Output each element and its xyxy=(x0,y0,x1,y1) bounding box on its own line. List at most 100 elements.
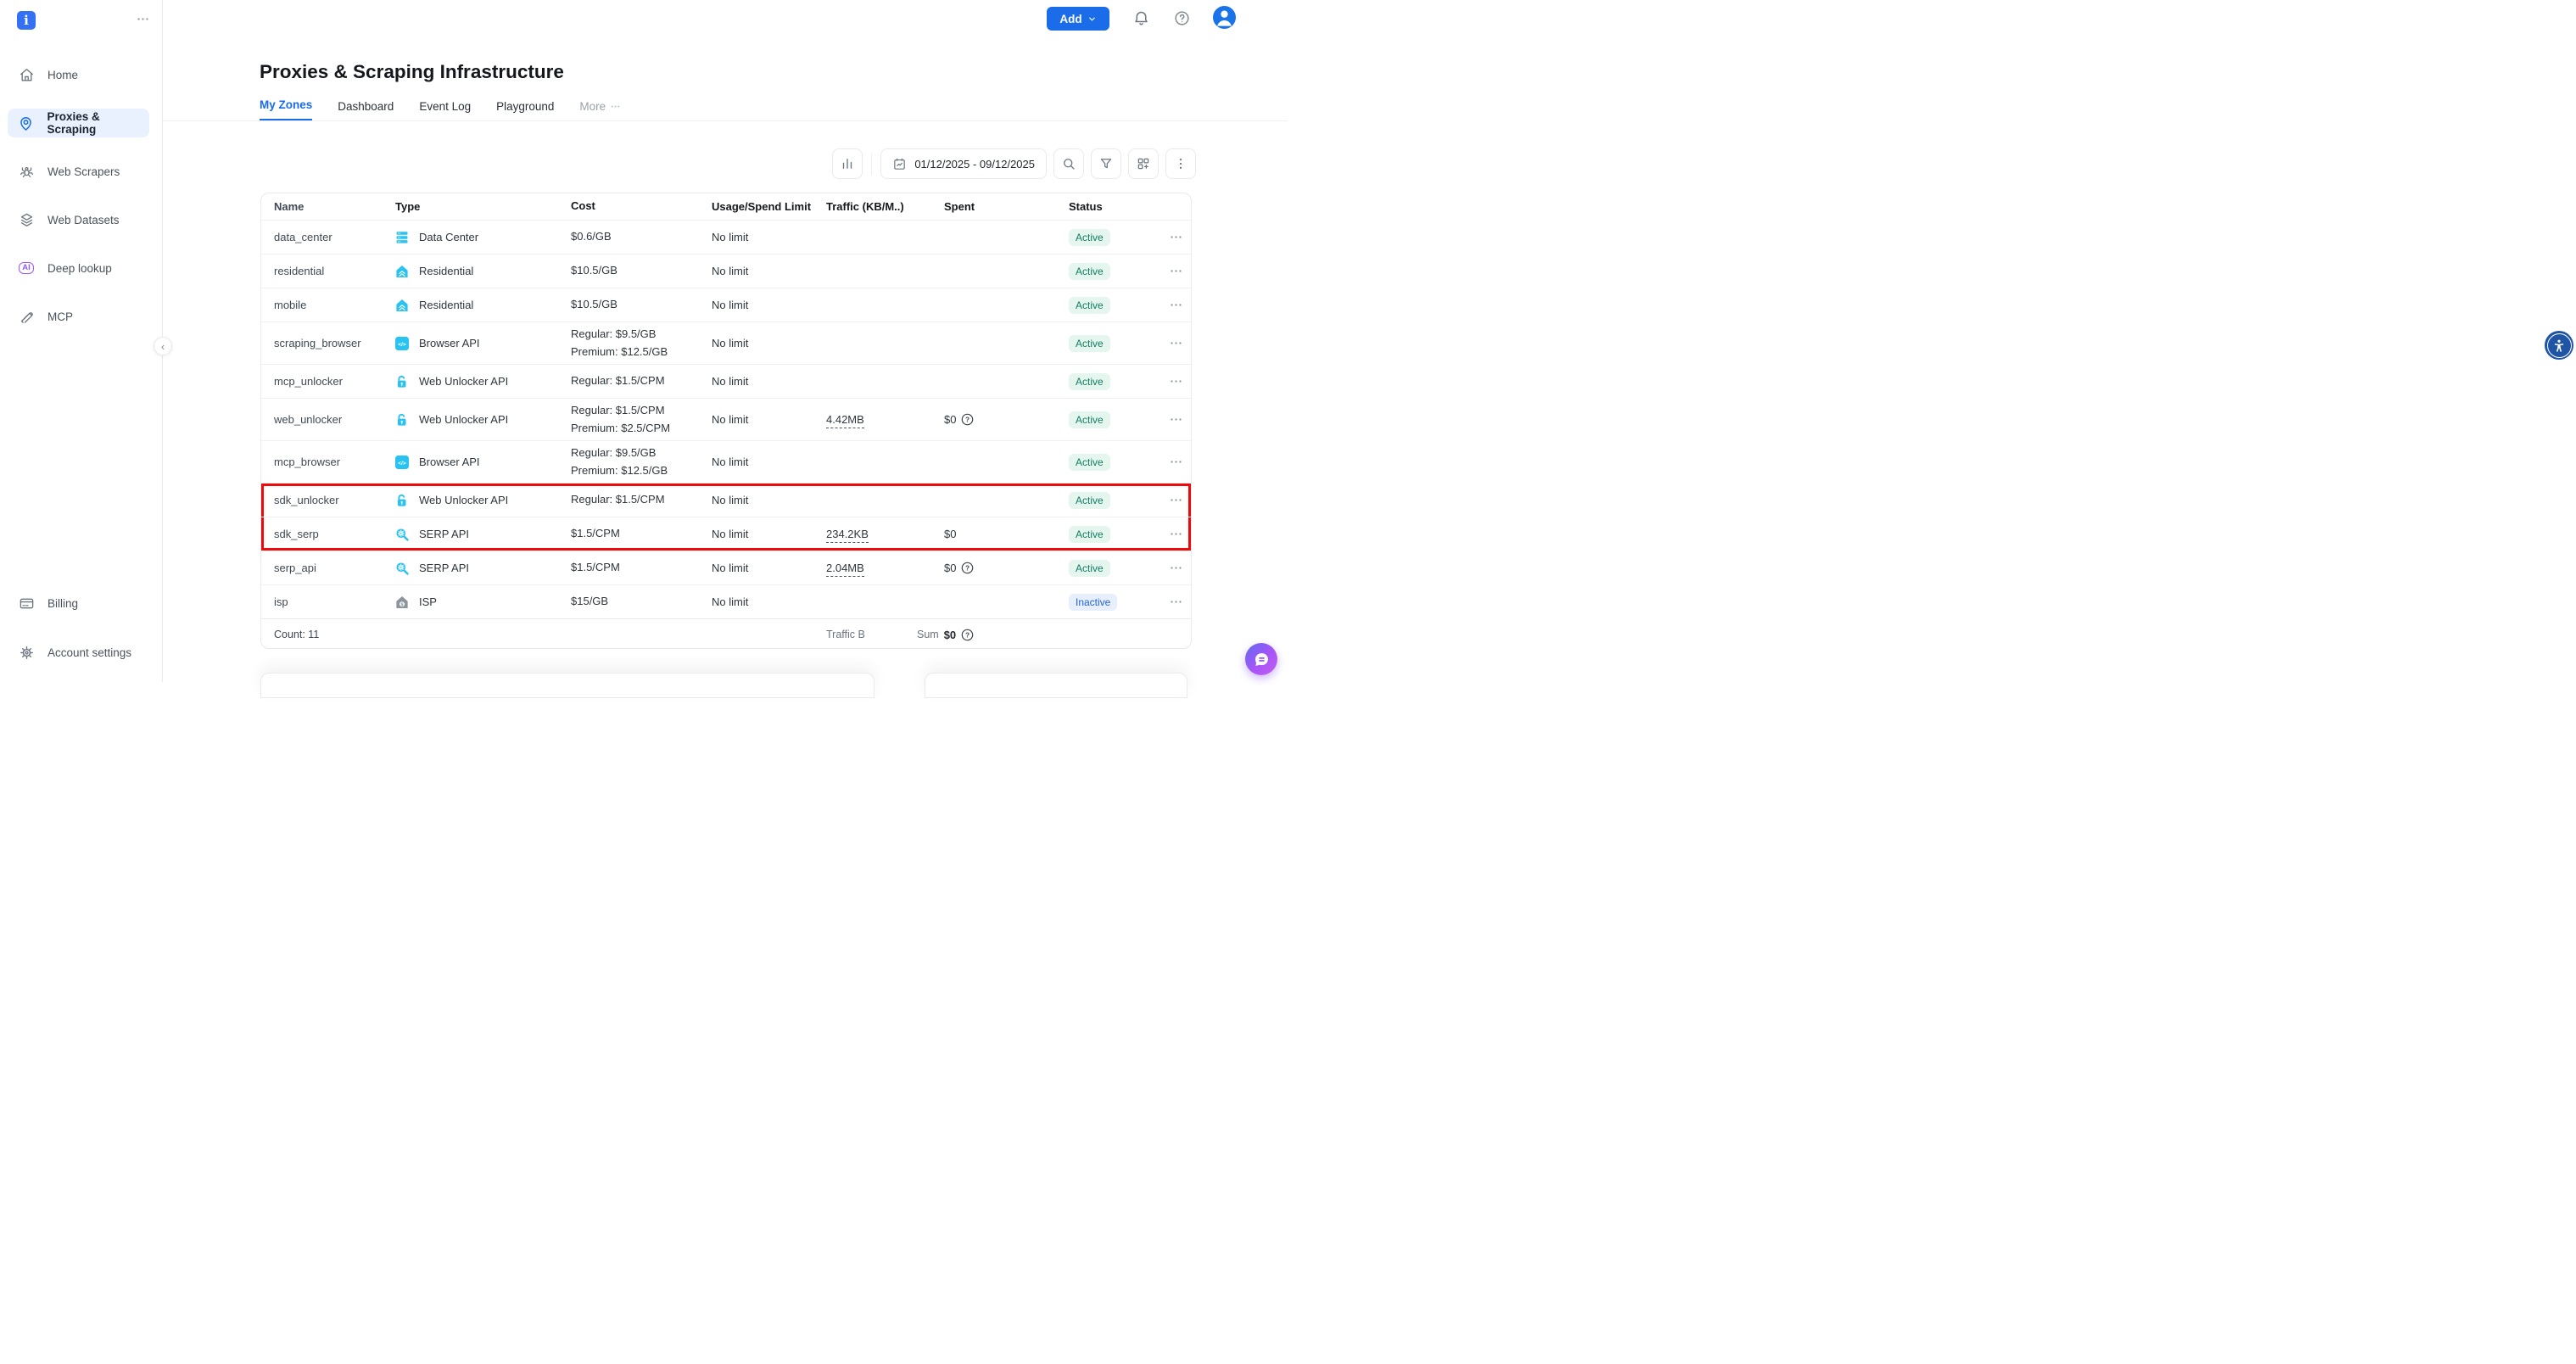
usage-limit: No limit xyxy=(699,413,817,426)
table-row[interactable]: scraping_browser </> Browser API Regular… xyxy=(261,321,1191,364)
column-header-usage[interactable]: Usage/Spend Limit xyxy=(699,200,817,213)
status-badge: Active xyxy=(1069,560,1110,577)
row-menu-button[interactable] xyxy=(1160,561,1191,575)
zone-type-label: SERP API xyxy=(419,528,469,540)
row-menu-button[interactable] xyxy=(1160,374,1191,389)
status-badge: Active xyxy=(1069,373,1110,390)
unlocker-lock-icon xyxy=(395,413,409,427)
status-badge: Inactive xyxy=(1069,594,1117,611)
table-row[interactable]: sdk_serp SERP API $1.5/CPM No limit 234.… xyxy=(261,517,1191,551)
help-icon[interactable] xyxy=(1173,9,1191,27)
tab-playground[interactable]: Playground xyxy=(496,98,554,121)
table-row[interactable]: mcp_browser </> Browser API Regular: $9.… xyxy=(261,440,1191,483)
row-menu-button[interactable] xyxy=(1160,493,1191,507)
sidebar-item-label: MCP xyxy=(47,310,73,323)
accessibility-widget-button[interactable] xyxy=(2545,331,2573,360)
brand-logo[interactable]: i xyxy=(17,11,36,30)
sidebar-item-deep-lookup[interactable]: AI Deep lookup xyxy=(0,254,162,282)
question-circle-icon[interactable]: ? xyxy=(961,562,974,574)
table-footer-row: Count: 11 Traffic B Sum $0 ? xyxy=(261,618,1191,650)
row-menu-button[interactable] xyxy=(1160,412,1191,427)
add-button[interactable]: Add xyxy=(1047,7,1109,31)
traffic-value[interactable]: 234.2KB xyxy=(826,528,869,543)
row-menu-button[interactable] xyxy=(1160,595,1191,609)
zone-name: scraping_browser xyxy=(261,337,383,349)
tab-dashboard[interactable]: Dashboard xyxy=(338,98,394,121)
column-header-name[interactable]: Name xyxy=(261,200,383,213)
sidebar-item-web-scrapers[interactable]: Web Scrapers xyxy=(0,157,162,186)
table-menu-button[interactable] xyxy=(1165,148,1196,179)
sidebar-item-label: Deep lookup xyxy=(47,262,112,275)
question-circle-icon[interactable]: ? xyxy=(961,629,974,641)
home-icon xyxy=(18,67,35,83)
datacenter-icon xyxy=(395,231,409,244)
sidebar-item-mcp[interactable]: MCP xyxy=(0,302,162,331)
columns-button[interactable] xyxy=(1128,148,1159,179)
zone-type-label: Browser API xyxy=(419,337,480,349)
usage-limit: No limit xyxy=(699,528,817,540)
ai-badge-icon: AI xyxy=(18,262,35,274)
notifications-bell-icon[interactable] xyxy=(1132,9,1150,27)
table-row[interactable]: residential Residential $10.5/GB No limi… xyxy=(261,254,1191,288)
usage-limit: No limit xyxy=(699,595,817,608)
search-button[interactable] xyxy=(1053,148,1084,179)
tab-more[interactable]: More xyxy=(579,98,621,121)
svg-text:?: ? xyxy=(966,564,970,572)
table-row[interactable]: isp $ ISP $15/GB No limit ? Inactive xyxy=(261,584,1191,618)
column-header-type[interactable]: Type xyxy=(383,200,558,213)
table-row[interactable]: sdk_unlocker Web Unlocker API Regular: $… xyxy=(261,483,1191,517)
column-header-traffic[interactable]: Traffic (KB/M..) xyxy=(817,200,936,213)
column-header-cost[interactable]: Cost xyxy=(558,198,699,215)
usage-limit: No limit xyxy=(699,299,817,311)
traffic-value[interactable]: 2.04MB xyxy=(826,562,864,577)
sidebar-item-billing[interactable]: Billing xyxy=(0,589,162,618)
date-range-picker[interactable]: 01/12/2025 - 09/12/2025 xyxy=(880,148,1047,179)
column-header-spent[interactable]: Spent xyxy=(936,200,1056,213)
row-menu-button[interactable] xyxy=(1160,455,1191,469)
zone-type-label: Browser API xyxy=(419,456,480,468)
sidebar-menu-dots-icon[interactable] xyxy=(136,12,150,26)
zone-cost: Regular: $9.5/GB xyxy=(571,444,699,461)
sidebar-item-proxies-scraping[interactable]: Proxies & Scraping xyxy=(8,109,149,137)
status-badge: Active xyxy=(1069,454,1110,471)
row-menu-button[interactable] xyxy=(1160,298,1191,312)
traffic-value[interactable]: 4.42MB xyxy=(826,413,864,428)
table-row[interactable]: mcp_unlocker Web Unlocker API Regular: $… xyxy=(261,364,1191,398)
table-row[interactable]: web_unlocker Web Unlocker API Regular: $… xyxy=(261,398,1191,440)
zone-type-label: Web Unlocker API xyxy=(419,375,508,388)
svg-text:</>: </> xyxy=(398,341,406,347)
spider-icon xyxy=(18,164,35,180)
table-row[interactable]: mobile Residential $10.5/GB No limit ? A… xyxy=(261,288,1191,321)
table-row[interactable]: data_center Data Center $0.6/GB No limit… xyxy=(261,220,1191,254)
table-row[interactable]: serp_api SERP API $1.5/CPM No limit 2.04… xyxy=(261,551,1191,584)
tab-my-zones[interactable]: My Zones xyxy=(260,98,312,121)
sidebar-item-web-datasets[interactable]: Web Datasets xyxy=(0,205,162,234)
question-circle-icon[interactable]: ? xyxy=(961,413,974,426)
usage-limit: No limit xyxy=(699,265,817,277)
status-badge: Active xyxy=(1069,335,1110,352)
row-menu-button[interactable] xyxy=(1160,336,1191,350)
status-badge: Active xyxy=(1069,297,1110,314)
row-menu-button[interactable] xyxy=(1160,264,1191,278)
filter-button[interactable] xyxy=(1091,148,1121,179)
sidebar-item-home[interactable]: Home xyxy=(0,60,162,89)
filter-funnel-icon xyxy=(1098,156,1114,171)
zone-name: mcp_browser xyxy=(261,456,383,468)
tab-event-log[interactable]: Event Log xyxy=(419,98,471,121)
chart-view-button[interactable] xyxy=(832,148,863,179)
row-menu-button[interactable] xyxy=(1160,230,1191,244)
chat-bubble-icon xyxy=(1253,651,1271,668)
status-badge: Active xyxy=(1069,492,1110,509)
ellipsis-icon xyxy=(1169,336,1183,350)
column-header-status[interactable]: Status xyxy=(1056,200,1160,213)
chat-widget-button[interactable] xyxy=(1245,643,1277,675)
bottom-panel-left xyxy=(260,673,874,698)
user-avatar[interactable] xyxy=(1213,6,1236,29)
sidebar-item-account-settings[interactable]: Account settings xyxy=(0,638,162,667)
bottom-panel-right xyxy=(925,673,1187,698)
row-menu-button[interactable] xyxy=(1160,527,1191,541)
zone-cost: Regular: $9.5/GB xyxy=(571,326,699,343)
zone-name: mobile xyxy=(261,299,383,311)
zone-type-label: Residential xyxy=(419,299,473,311)
sidebar-collapse-button[interactable]: ‹ xyxy=(154,337,172,355)
